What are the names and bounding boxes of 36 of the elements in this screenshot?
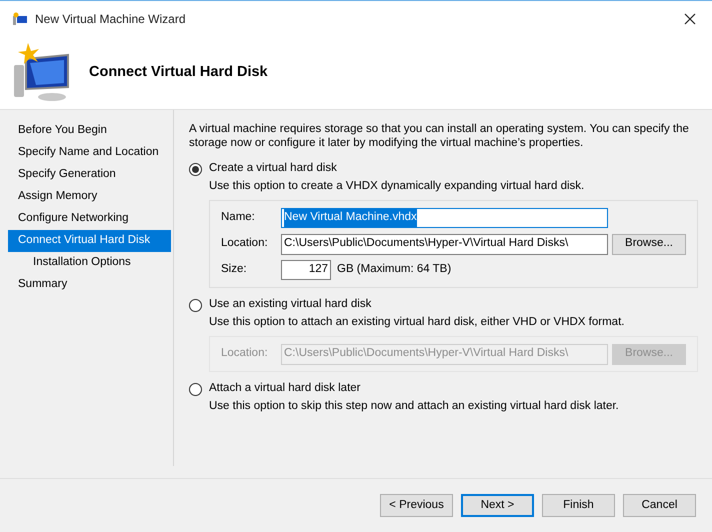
radio-button[interactable]	[189, 382, 202, 396]
field-value: New Virtual Machine.vhdx	[284, 209, 417, 227]
option-description: Use this option to attach an existing virtual hard disk, either VHD or VHDX format.	[209, 315, 626, 330]
wizard-button[interactable]: Next >	[461, 494, 534, 517]
nav-item[interactable]: Summary	[8, 274, 171, 296]
monitor-icon	[12, 42, 72, 102]
intro-text: A virtual machine requires storage so that you can install an operating system. You can specify the storage now or configure it later by modifying the virtual machine’s properties.	[189, 122, 690, 150]
nav-item[interactable]: Configure Networking	[8, 208, 171, 230]
nav-item[interactable]: Specify Generation	[8, 164, 171, 186]
close-icon	[684, 12, 696, 24]
option-description: Use this option to skip this step now and attach an existing virtual hard disk later.	[209, 399, 620, 414]
close-button[interactable]	[682, 10, 698, 26]
browse-button[interactable]: Browse...	[612, 234, 686, 254]
field-label: Name:	[221, 210, 256, 226]
input-field[interactable]: C:\Users\Public\Documents\Hyper-V\Virtual Hard Disks\	[281, 234, 608, 254]
page-title: Connect Virtual Hard Disk	[89, 62, 268, 82]
radio-button[interactable]	[189, 162, 202, 176]
field-label: Location:	[221, 236, 269, 252]
nav-item[interactable]: Before You Begin	[8, 120, 171, 142]
radio-option[interactable]: Attach a virtual hard disk later	[189, 380, 698, 398]
wizard-button[interactable]: < Previous	[380, 494, 453, 517]
nav-item[interactable]: Connect Virtual Hard Disk	[8, 230, 171, 252]
nav-item[interactable]: Installation Options	[8, 252, 171, 274]
option-description: Use this option to create a VHDX dynamically expanding virtual hard disk.	[209, 179, 586, 194]
window-title: New Virtual Machine Wizard	[35, 10, 186, 28]
input-field[interactable]: New Virtual Machine.vhdx	[281, 208, 608, 228]
computer-icon	[12, 12, 28, 26]
nav-item[interactable]: Assign Memory	[8, 186, 171, 208]
wizard-button[interactable]: Finish	[542, 494, 615, 517]
size-field[interactable]: 127	[281, 260, 331, 280]
wizard-button[interactable]: Cancel	[623, 494, 696, 517]
radio-option[interactable]: Create a virtual hard disk	[189, 160, 698, 178]
field-label: Size:	[221, 262, 248, 278]
nav-item[interactable]: Specify Name and Location	[8, 142, 171, 164]
size-hint: GB (Maximum: 64 TB)	[337, 262, 452, 278]
field-label: Location:	[221, 346, 269, 362]
